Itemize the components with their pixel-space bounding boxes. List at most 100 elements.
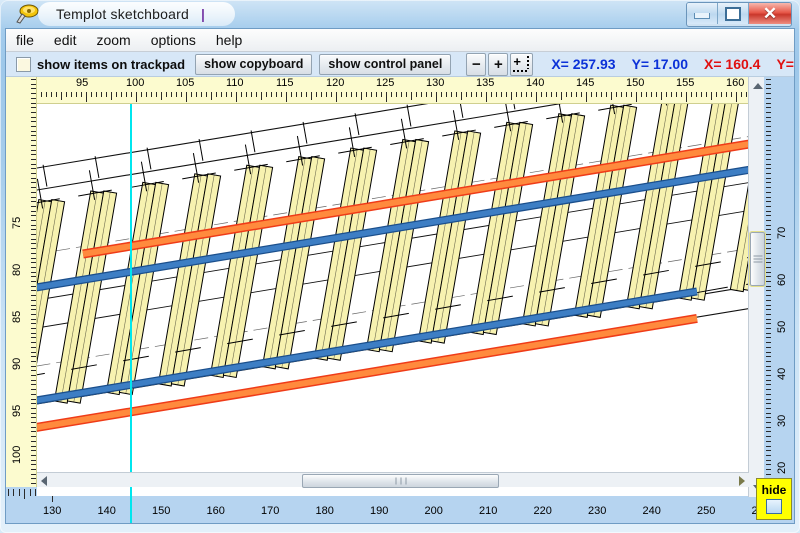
show-items-on-trackpad-checkbox[interactable]: show items on trackpad <box>16 56 185 72</box>
rail-chair-mark <box>94 156 100 178</box>
ruler-tick <box>416 92 417 97</box>
ruler-tick <box>31 239 36 240</box>
maximize-icon <box>725 6 741 21</box>
ruler-label: 210 <box>479 505 498 517</box>
ruler-tick <box>286 92 287 102</box>
show-copyboard-button[interactable]: show copyboard <box>195 53 313 75</box>
ruler-label: 60 <box>776 273 788 286</box>
ruler-tick <box>261 92 262 100</box>
ruler-tick <box>766 352 771 353</box>
ruler-tick <box>131 92 132 97</box>
track-drawing-canvas[interactable] <box>37 104 749 496</box>
ruler-tick <box>766 145 771 146</box>
ruler-tick <box>501 92 502 97</box>
ruler-label: 110 <box>226 77 244 89</box>
scroll-up-arrow-icon[interactable] <box>753 83 763 89</box>
ruler-tick <box>31 441 36 442</box>
ruler-tick <box>411 92 412 100</box>
ruler-tick <box>31 182 36 183</box>
zoom-custom-button[interactable]: + <box>510 52 534 76</box>
rail-chair-mark <box>354 113 360 136</box>
ruler-tick <box>406 92 407 97</box>
ruler-tick <box>31 131 36 132</box>
close-button[interactable]: ✕ <box>749 3 791 24</box>
ruler-tick <box>381 92 382 97</box>
ruler-tick <box>251 92 252 97</box>
ruler-tick <box>31 234 36 235</box>
ruler-label: 125 <box>376 77 395 89</box>
ruler-tick <box>766 464 771 465</box>
ruler-right[interactable]: 70605040302010 <box>764 77 794 523</box>
ruler-tick <box>661 92 662 100</box>
readout-x-blue: X= 257.93 <box>551 56 615 72</box>
menu-item-zoom[interactable]: zoom <box>96 32 130 48</box>
ruler-tick <box>81 92 82 97</box>
ruler-tick <box>461 92 462 100</box>
ruler-tick <box>671 92 672 97</box>
ruler-tick <box>31 220 36 221</box>
ruler-label: 100 <box>11 445 23 464</box>
ruler-tick <box>591 92 592 97</box>
dotted-horizontal-line-icon <box>513 69 529 72</box>
ruler-tick <box>351 92 352 97</box>
ruler-tick <box>766 107 771 108</box>
ruler-tick <box>336 92 337 102</box>
horizontal-scrollbar-thumb[interactable] <box>302 474 499 488</box>
ruler-tick <box>31 356 36 357</box>
horizontal-scrollbar[interactable] <box>37 472 749 488</box>
ruler-tick <box>31 295 36 296</box>
menu-item-file[interactable]: file <box>16 32 34 48</box>
ruler-tick <box>35 489 36 496</box>
zoom-in-button[interactable]: + <box>488 52 509 76</box>
ruler-label: 40 <box>776 367 788 380</box>
ruler-tick <box>31 201 36 202</box>
menu-item-edit[interactable]: edit <box>54 32 77 48</box>
ruler-tick <box>361 92 362 100</box>
ruler-tick <box>506 92 507 97</box>
ruler-tick <box>766 272 771 273</box>
ruler-tick <box>24 489 25 499</box>
ruler-tick <box>481 92 482 97</box>
ruler-tick <box>766 337 771 338</box>
ruler-label: 180 <box>315 505 334 517</box>
ruler-tick <box>31 107 36 108</box>
ruler-tick <box>136 92 137 102</box>
ruler-tick <box>31 164 36 165</box>
readout-y-blue-label: Y= <box>631 56 650 72</box>
ruler-tick <box>766 164 771 165</box>
scroll-right-arrow-icon[interactable] <box>739 476 745 486</box>
ruler-tick <box>641 92 642 97</box>
ruler-tick <box>766 201 771 202</box>
ruler-tick <box>121 92 122 97</box>
vertical-scrollbar-thumb[interactable] <box>749 231 766 287</box>
ruler-tick <box>221 92 222 97</box>
vertical-scrollbar[interactable] <box>748 77 766 497</box>
ruler-top[interactable]: 95 100 105 110 115 120 125 130 135 140 145 150 155 16… <box>6 77 764 104</box>
ruler-tick <box>766 243 771 244</box>
zoom-out-button[interactable]: − <box>466 52 487 76</box>
ruler-label: 135 <box>476 77 495 89</box>
cursor-crosshair-line <box>130 104 132 523</box>
ruler-tick <box>576 92 577 97</box>
title-caret: | <box>200 6 206 22</box>
scroll-left-arrow-icon[interactable] <box>41 476 47 486</box>
menu-item-options[interactable]: options <box>151 32 196 48</box>
ruler-label: 150 <box>152 505 171 517</box>
menu-item-help[interactable]: help <box>216 32 242 48</box>
ruler-left[interactable]: 7580859095100105110 <box>6 77 37 497</box>
maximize-button[interactable] <box>718 3 749 24</box>
ruler-tick <box>31 168 36 169</box>
ruler-label: 90 <box>11 357 23 370</box>
show-control-panel-button[interactable]: show control panel <box>319 53 452 75</box>
ruler-tick <box>726 92 727 97</box>
ruler-tick <box>31 413 36 414</box>
hide-button[interactable]: hide <box>756 478 792 520</box>
ruler-tick <box>31 431 36 432</box>
minimize-button[interactable] <box>687 3 718 24</box>
ruler-tick <box>31 436 36 437</box>
ruler-tick <box>731 92 732 97</box>
ruler-tick <box>766 93 771 94</box>
ruler-tick <box>696 92 697 97</box>
ruler-label: 160 <box>206 505 225 517</box>
ruler-tick <box>706 92 707 97</box>
